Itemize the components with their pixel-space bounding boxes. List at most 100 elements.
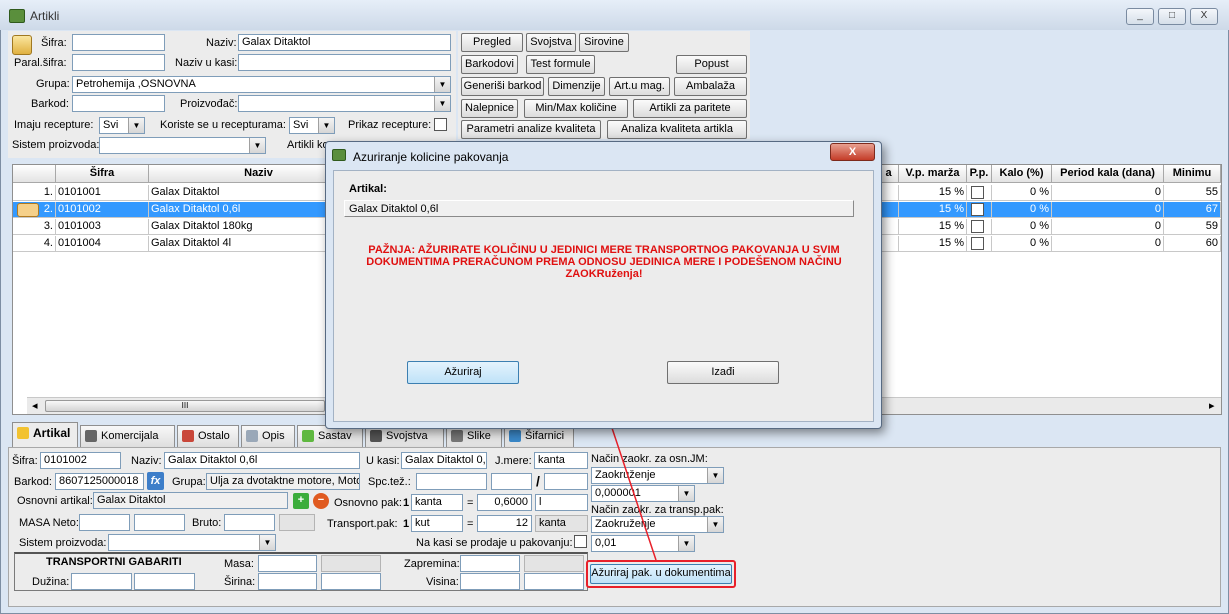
- grid-header-a[interactable]: a: [879, 165, 899, 183]
- tab-artikal[interactable]: Artikal: [12, 422, 78, 448]
- gab-masa-input[interactable]: [258, 555, 317, 572]
- scroll-thumb[interactable]: III: [45, 400, 325, 412]
- det-masa-neto-input2[interactable]: [134, 514, 185, 531]
- grid-header-pp[interactable]: P.p.: [967, 165, 992, 183]
- svojstva-button[interactable]: Svojstva: [526, 33, 576, 52]
- det-sistem-select[interactable]: ▼: [108, 534, 276, 551]
- det-ukasi-input[interactable]: Galax Ditaktol 0,6: [401, 452, 487, 469]
- art-u-mag-button[interactable]: Art.u mag.: [609, 77, 670, 96]
- artikli-paritete-button[interactable]: Artikli za paritete: [633, 99, 747, 118]
- gab-visina-input[interactable]: [460, 573, 520, 590]
- det-nacin-osn-select[interactable]: Zaokruženje ▼: [591, 467, 724, 484]
- pp-checkbox[interactable]: [971, 203, 984, 216]
- grid-header-sifra[interactable]: Šifra: [56, 165, 149, 183]
- filter-barkod-input[interactable]: [72, 95, 165, 112]
- pp-checkbox[interactable]: [971, 237, 984, 250]
- minimize-button[interactable]: _: [1126, 8, 1154, 25]
- gab-visina-input2[interactable]: [524, 573, 584, 590]
- row-minimum: 60: [1164, 236, 1221, 252]
- tab-ostalo[interactable]: Ostalo: [177, 425, 239, 447]
- barkodovi-button[interactable]: Barkodovi: [461, 55, 518, 74]
- filter-naziv-kasi-input[interactable]: [238, 54, 451, 71]
- chevron-down-icon: ▼: [259, 535, 275, 550]
- chevron-down-icon: ▼: [707, 468, 723, 483]
- fx-icon[interactable]: fx: [147, 472, 164, 490]
- filter-sistem-select[interactable]: ▼: [99, 137, 266, 154]
- det-spc-input2[interactable]: [491, 473, 532, 490]
- remove-icon[interactable]: −: [313, 493, 329, 509]
- det-masa-neto-input[interactable]: [79, 514, 130, 531]
- analiza-kvaliteta-button[interactable]: Analiza kvaliteta artikla: [607, 120, 747, 139]
- filter-naziv-input[interactable]: Galax Ditaktol: [238, 34, 451, 51]
- ambalaza-button[interactable]: Ambalaža: [674, 77, 747, 96]
- filter-paral-input[interactable]: [72, 54, 165, 71]
- pp-checkbox[interactable]: [971, 220, 984, 233]
- det-grupa-input[interactable]: Ulja za dvotaktne motore, Moto: [206, 473, 360, 490]
- gab-duzina-input2[interactable]: [134, 573, 195, 590]
- popust-button[interactable]: Popust: [676, 55, 747, 74]
- dialog-close-button[interactable]: X: [830, 143, 875, 161]
- grid-header-kalo[interactable]: Kalo (%): [992, 165, 1052, 183]
- tab-opis[interactable]: Opis: [241, 425, 295, 447]
- nalepnice-button[interactable]: Nalepnice: [461, 99, 518, 118]
- det-jmere-input[interactable]: kanta: [534, 452, 588, 469]
- det-barkod-input[interactable]: 8607125000018: [55, 473, 144, 490]
- prikaz-recepture-checkbox[interactable]: [434, 118, 447, 131]
- na-kasi-checkbox[interactable]: [574, 535, 587, 548]
- minmax-button[interactable]: Min/Max količine: [524, 99, 628, 118]
- azuriraj-pak-button[interactable]: Ažuriraj pak. u dokumentima: [590, 564, 732, 584]
- gab-sirina-input[interactable]: [258, 573, 317, 590]
- dialog-warning-2: DOKUMENTIMA PRERAČUNOM PREMA ODNOSU JEDI…: [366, 256, 842, 268]
- det-transport-unit-input[interactable]: kut: [411, 515, 463, 532]
- gab-sirina-input2[interactable]: [321, 573, 381, 590]
- row-sifra: 0101001: [56, 185, 149, 201]
- parametri-analize-button[interactable]: Parametri analize kvaliteta: [461, 120, 601, 139]
- row-sifra: 0101002: [56, 202, 149, 218]
- det-naziv-input[interactable]: Galax Ditaktol 0,6l: [164, 452, 360, 469]
- det-sifra-input[interactable]: 0101002: [40, 452, 121, 469]
- add-icon[interactable]: +: [293, 493, 309, 509]
- det-osnovno-qty-input[interactable]: 0,6000: [477, 494, 532, 511]
- det-osnovno-unit2-input[interactable]: l: [535, 494, 588, 511]
- gab-zapremina-input[interactable]: [460, 555, 520, 572]
- close-button[interactable]: X: [1190, 8, 1218, 25]
- det-osnovno-unit-input[interactable]: kanta: [411, 494, 463, 511]
- lightbulb-icon: [17, 427, 29, 439]
- det-bruto-input[interactable]: [224, 514, 275, 531]
- gab-duzina-input[interactable]: [71, 573, 132, 590]
- det-nacin-tr-prec-select[interactable]: 0,01 ▼: [591, 535, 695, 552]
- user-search-icon[interactable]: [12, 35, 32, 55]
- imaju-value: Svi: [103, 119, 119, 131]
- det-nacin-tr-select[interactable]: Zaokruženje ▼: [591, 516, 724, 533]
- dialog-warning-1: PAŽNJA: AŽURIRATE KOLIČINU U JEDINICI ME…: [368, 244, 840, 256]
- det-osnovni-input[interactable]: Galax Ditaktol: [93, 492, 288, 509]
- test-formule-button[interactable]: Test formule: [526, 55, 595, 74]
- filter-koriste-select[interactable]: Svi ▼: [289, 117, 335, 134]
- dialog-icon: [332, 149, 346, 161]
- grid-header-minimum[interactable]: Minimu: [1164, 165, 1221, 183]
- pregled-button[interactable]: Pregled: [461, 33, 523, 52]
- dialog-azuriraj-button[interactable]: Ažuriraj: [407, 361, 519, 384]
- filter-grupa-label: Grupa:: [36, 78, 70, 90]
- det-nacin-osn-prec-select[interactable]: 0,000001 ▼: [591, 485, 695, 502]
- tab-komercijala[interactable]: Komercijala: [80, 425, 175, 447]
- filter-proizvodjac-select[interactable]: ▼: [238, 95, 451, 112]
- filter-imaju-select[interactable]: Svi ▼: [99, 117, 145, 134]
- maximize-button[interactable]: □: [1158, 8, 1186, 25]
- grid-header-period[interactable]: Period kala (dana): [1052, 165, 1164, 183]
- filter-sifra-input[interactable]: [72, 34, 165, 51]
- filter-grupa-select[interactable]: Petrohemija ,OSNOVNA ▼: [72, 76, 451, 93]
- pp-checkbox[interactable]: [971, 186, 984, 199]
- det-spc-input3[interactable]: [544, 473, 588, 490]
- dimenzije-button[interactable]: Dimenzije: [548, 77, 605, 96]
- scroll-right-icon[interactable]: ▸: [1209, 399, 1215, 412]
- det-spc-input1[interactable]: [416, 473, 487, 490]
- generisi-barkod-button[interactable]: Generiši barkod: [461, 77, 544, 96]
- tab-label: Svojstva: [386, 430, 428, 442]
- sirovine-button[interactable]: Sirovine: [579, 33, 629, 52]
- det-transport-qty-input[interactable]: 12: [477, 515, 532, 532]
- dialog-izadji-button[interactable]: Izađi: [667, 361, 779, 384]
- scroll-left-icon[interactable]: ◂: [32, 399, 38, 412]
- grid-header-marza[interactable]: V.p. marža: [899, 165, 967, 183]
- app-icon: [9, 9, 25, 23]
